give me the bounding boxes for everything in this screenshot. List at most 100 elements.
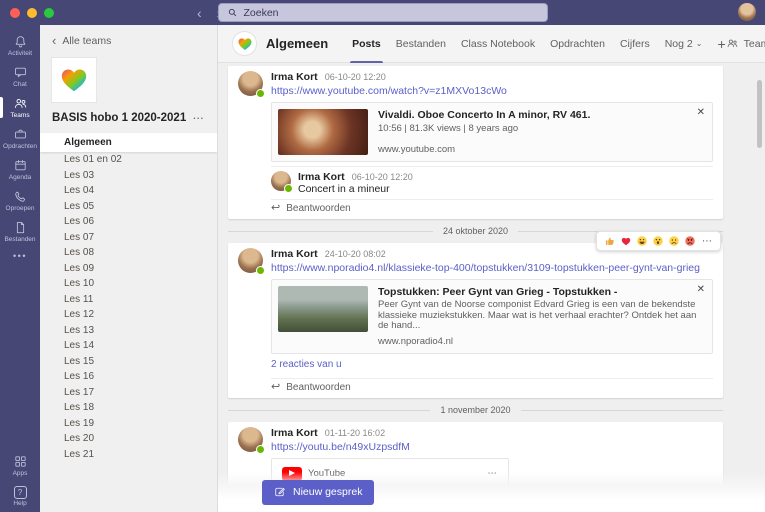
window-close-button[interactable] [10,8,20,18]
rail-item-files[interactable]: Bestanden [0,216,40,247]
calendar-icon [13,158,28,173]
reaction-surprised-icon[interactable] [652,235,664,247]
tab-more[interactable]: Nog 2⌄ [665,25,703,62]
channel-label: Les 05 [64,201,94,212]
channel-item[interactable]: Les 14 [40,338,217,354]
team-name[interactable]: BASIS hobo 1 2020-2021 [52,112,186,124]
app-rail: Activiteit Chat Teams Opdrachten Agenda … [0,25,40,512]
avatar[interactable] [238,71,263,96]
channel-item[interactable]: Les 07 [40,230,217,246]
tab-class-notebook[interactable]: Class Notebook [461,25,535,62]
new-conversation-button[interactable]: Nieuw gesprek [262,480,374,505]
add-tab-button[interactable]: + [717,25,725,62]
card-title: Vivaldi. Oboe Concerto In A minor, RV 46… [378,109,706,121]
reply-arrow-icon: ↩ [271,382,280,393]
channel-label: Les 07 [64,232,94,243]
rail-item-chat[interactable]: Chat [0,61,40,92]
search-input[interactable]: Zoeken [218,3,548,22]
reaction-laughing-icon[interactable] [636,235,648,247]
channel-item[interactable]: Les 17 [40,385,217,401]
message-author[interactable]: Irma Kort [271,427,318,439]
channel-item[interactable]: Les 04 [40,183,217,199]
window-zoom-button[interactable] [44,8,54,18]
avatar[interactable] [271,171,291,191]
link-preview-card[interactable]: ✕ Vivaldi. Oboe Concerto In A minor, RV … [271,102,713,162]
date-divider: 1 november 2020 [228,404,723,416]
channel-item[interactable]: Les 15 [40,354,217,370]
rail-label: Chat [13,81,27,88]
rail-item-calendar[interactable]: Agenda [0,154,40,185]
rail-item-activity[interactable]: Activiteit [0,30,40,61]
reaction-angry-icon[interactable] [684,235,696,247]
rail-label: Apps [13,470,28,477]
channel-tabs: Posts Bestanden Class Notebook Opdrachte… [352,25,726,62]
rail-item-assignments[interactable]: Opdrachten [0,123,40,154]
tab-grades[interactable]: Cijfers [620,25,650,62]
more-reactions-icon[interactable]: ⋯ [702,236,713,247]
message-link[interactable]: https://www.nporadio4.nl/klassieke-top-4… [271,262,713,274]
show-replies-link[interactable]: 2 reacties van u [271,356,713,374]
link-preview-card[interactable]: ✕ Topstukken: Peer Gynt van Grieg - Tops… [271,279,713,354]
history-back-button[interactable]: ‹ [197,6,202,20]
rail-label: Activiteit [8,50,32,57]
rail-item-calls[interactable]: Oproepen [0,185,40,216]
channel-item[interactable]: Les 11 [40,292,217,308]
tab-posts[interactable]: Posts [352,25,381,62]
reply-button[interactable]: ↩ Beantwoorden [271,199,713,219]
channel-label: Les 19 [64,418,94,429]
window-minimize-button[interactable] [27,8,37,18]
channel-item[interactable]: Les 16 [40,369,217,385]
tab-files[interactable]: Bestanden [396,25,446,62]
reaction-heart-icon[interactable] [620,235,632,247]
message-author[interactable]: Irma Kort [271,248,318,260]
article-thumbnail[interactable] [278,286,368,332]
channel-item[interactable]: Les 18 [40,400,217,416]
channel-item[interactable]: Les 03 [40,168,217,184]
channel-label: Les 14 [64,340,94,351]
channel-item[interactable]: Les 13 [40,323,217,339]
message-timestamp: 06-10-20 12:20 [325,71,386,83]
reply-button[interactable]: ↩ Beantwoorden [271,378,713,398]
rail-item-help[interactable]: ? Help [0,481,40,512]
reaction-thumbs-up-icon[interactable] [604,235,616,247]
tab-assignments[interactable]: Opdrachten [550,25,605,62]
channel-label: Les 16 [64,371,94,382]
profile-avatar[interactable] [738,3,756,21]
rail-item-apps[interactable]: Apps [0,450,40,481]
team-more-options-icon[interactable]: ⋯ [193,111,206,125]
channel-item[interactable]: Les 06 [40,214,217,230]
team-logo[interactable] [52,58,96,102]
channel-list: AlgemeenLes 01 en 02Les 03Les 04 Les 05 Le… [40,133,217,512]
close-icon[interactable]: ✕ [697,284,705,295]
channel-item[interactable]: Les 12 [40,307,217,323]
message-author[interactable]: Irma Kort [271,71,318,83]
channel-item[interactable]: Les 09 [40,261,217,277]
reply-author[interactable]: Irma Kort [298,171,345,183]
scrollbar-thumb[interactable] [757,80,762,148]
channel-label: Les 04 [64,185,94,196]
close-icon[interactable]: ✕ [697,107,705,118]
channel-item[interactable]: Les 08 [40,245,217,261]
rail-label: Teams [10,112,29,119]
channel-item[interactable]: Les 05 [40,199,217,215]
channel-item[interactable]: Les 20 [40,431,217,447]
window-controls [10,8,54,18]
rail-more-apps-button[interactable]: ••• [0,247,40,265]
avatar[interactable] [238,427,263,452]
channel-item[interactable]: Les 01 en 02 [40,152,217,168]
channel-item[interactable]: Les 19 [40,416,217,432]
message-link[interactable]: https://youtu.be/n49xUzpsdfM [271,441,713,453]
search-placeholder: Zoeken [244,7,279,19]
message-link[interactable]: https://www.youtube.com/watch?v=z1MXVo13… [271,85,713,97]
video-thumbnail[interactable] [278,109,368,155]
avatar[interactable] [238,248,263,273]
channel-item[interactable]: Algemeen [40,133,217,152]
all-teams-back-button[interactable]: ‹ Alle teams [40,25,217,51]
channel-label: Les 12 [64,309,94,320]
heart-logo-icon [59,65,89,95]
channel-team-avatar[interactable] [232,31,257,56]
rail-item-teams[interactable]: Teams [0,92,40,123]
channel-item[interactable]: Les 10 [40,276,217,292]
channel-item[interactable]: Les 21 [40,447,217,463]
reaction-sad-icon[interactable] [668,235,680,247]
